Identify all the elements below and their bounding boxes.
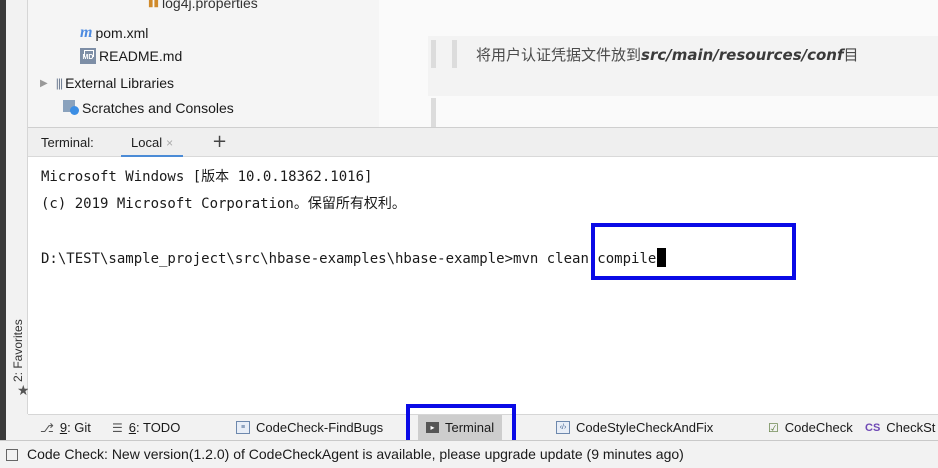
terminal-line: (c) 2019 Microsoft Corporation。保留所有权利。 xyxy=(41,196,406,212)
favorites-label[interactable]: 2: Favorites xyxy=(11,319,25,382)
quote-bar xyxy=(452,40,457,68)
terminal-prompt: D:\TEST\sample_project\src\hbase-example… xyxy=(41,251,514,267)
terminal-line: Microsoft Windows [版本 10.0.18362.1016] xyxy=(41,169,373,185)
tool-label: CheckSt xyxy=(886,420,936,435)
tab-local[interactable]: Local × xyxy=(121,128,184,158)
terminal-title: Terminal: xyxy=(41,135,94,150)
tool-label: CodeCheck xyxy=(784,420,853,435)
add-tab-button[interactable]: + xyxy=(212,131,227,152)
close-icon[interactable]: × xyxy=(166,136,173,150)
expand-arrow-icon[interactable]: ▶ xyxy=(40,78,48,89)
tree-item-pom[interactable]: m pom.xml xyxy=(80,22,148,44)
tree-item-external-libraries[interactable]: ▶ ||| External Libraries xyxy=(40,72,174,94)
findbugs-icon: ≡ xyxy=(236,421,250,434)
tree-item-label: External Libraries xyxy=(65,75,174,91)
quote-path: src/main/resources/conf xyxy=(641,46,844,64)
status-message[interactable]: Code Check: New version(1.2.0) of CodeCh… xyxy=(27,446,684,462)
tab-label: Local xyxy=(131,135,163,150)
markdown-icon: MD xyxy=(80,48,96,64)
tool-mnemonic: 6 xyxy=(128,420,136,435)
terminal-prompt-line[interactable]: D:\TEST\sample_project\src\hbase-example… xyxy=(41,248,667,267)
library-icon: ||| xyxy=(55,76,63,90)
tree-item-log4j[interactable]: ▮▮ log4j.properties xyxy=(148,0,258,14)
tool-codecheck[interactable]: ☑ CodeCheck xyxy=(768,415,853,440)
tool-label: : Git xyxy=(67,420,91,435)
checkstyle-icon: CS xyxy=(865,421,881,434)
quote-bar xyxy=(431,98,436,127)
tool-codecheck-findbugs[interactable]: ≡ CodeCheck-FindBugs xyxy=(236,415,383,440)
tool-label: : TODO xyxy=(136,420,181,435)
tool-codestylecheckandfix[interactable]: ‹/› CodeStyleCheckAndFix xyxy=(556,415,713,440)
status-bar: Code Check: New version(1.2.0) of CodeCh… xyxy=(0,440,938,468)
tool-label: CodeCheck-FindBugs xyxy=(256,420,384,435)
tool-todo[interactable]: ☰ 6: TODO xyxy=(112,415,180,440)
terminal-output[interactable]: Microsoft Windows [版本 10.0.18362.1016] (… xyxy=(28,157,938,414)
maven-m-icon: m xyxy=(80,24,93,41)
code-style-icon: ‹/› xyxy=(556,421,570,434)
favorites-strip: 2: Favorites ★ xyxy=(6,0,30,414)
tree-item-readme[interactable]: MD README.md xyxy=(80,45,182,67)
command-highlight-box xyxy=(591,223,796,280)
tool-mnemonic: 9 xyxy=(59,420,68,435)
terminal-tab-bar: Terminal: Local × + xyxy=(28,127,938,158)
quote-prefix: 将用户认证凭据文件放到 xyxy=(476,46,642,64)
tree-item-label: README.md xyxy=(99,48,183,64)
codecheck-icon: ☑ xyxy=(768,420,779,435)
editor-pane: 将用户认证凭据文件放到src/main/resources/conf目 xyxy=(379,0,938,127)
quote-suffix: 目 xyxy=(843,46,859,64)
project-tree: ▮▮ log4j.properties m pom.xml MD README.… xyxy=(28,0,379,127)
tool-git[interactable]: ⎇ 9: Git xyxy=(40,415,91,440)
tree-item-label: log4j.properties xyxy=(162,0,258,11)
tool-label: CodeStyleCheckAndFix xyxy=(576,420,714,435)
properties-file-icon: ▮▮ xyxy=(148,0,160,9)
panel-toggle-icon[interactable] xyxy=(6,449,18,461)
tree-item-scratches[interactable]: Scratches and Consoles xyxy=(63,97,234,119)
tree-item-label: Scratches and Consoles xyxy=(82,100,234,116)
quote-bar xyxy=(431,40,436,68)
scratch-icon xyxy=(63,100,79,116)
git-branch-icon: ⎇ xyxy=(40,420,54,435)
editor-quote-text: 将用户认证凭据文件放到src/main/resources/conf目 xyxy=(476,44,859,65)
tree-item-label: pom.xml xyxy=(95,25,149,41)
list-icon: ☰ xyxy=(112,420,123,435)
tool-checkstyle[interactable]: CS CheckSt xyxy=(865,415,935,440)
